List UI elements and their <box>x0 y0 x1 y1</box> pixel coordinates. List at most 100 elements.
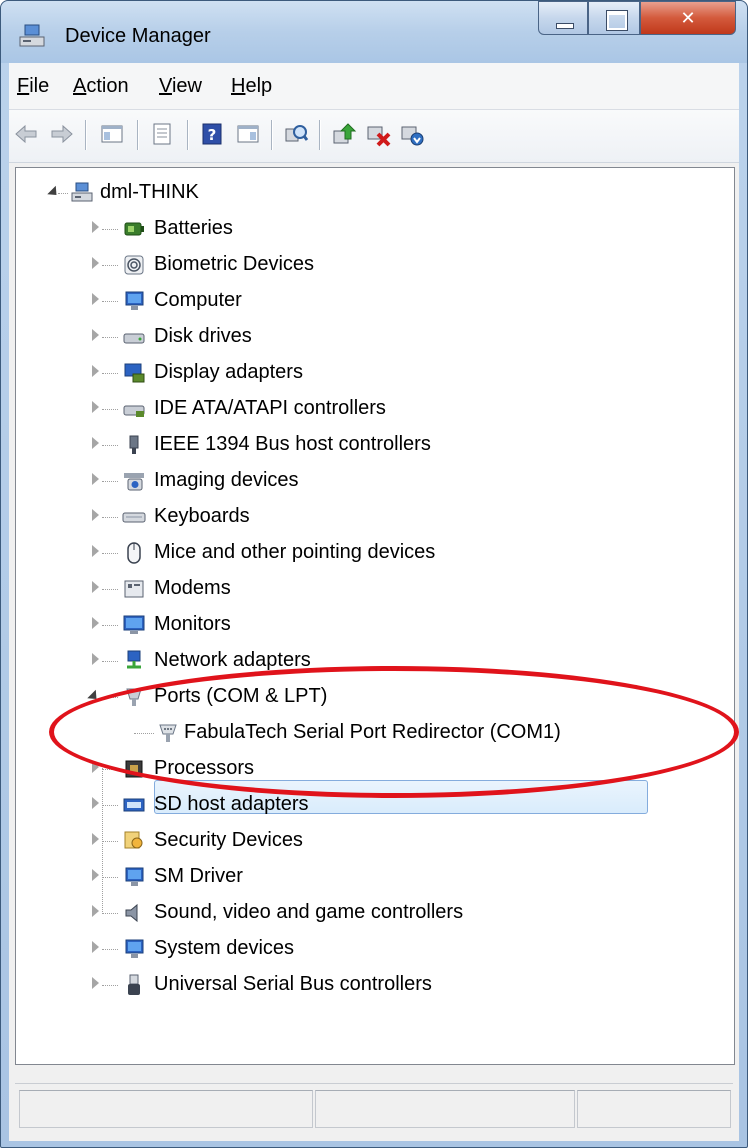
expand-arrow-icon[interactable] <box>92 221 99 233</box>
tree-item[interactable]: Display adapters <box>16 356 716 390</box>
window-title: Device Manager <box>65 25 211 47</box>
tree-item[interactable]: Batteries <box>16 212 716 246</box>
expand-arrow-icon[interactable] <box>92 401 99 413</box>
status-pane-2 <box>315 1090 575 1128</box>
title-bar[interactable]: Device Manager ✕ <box>1 1 747 63</box>
tree-item[interactable]: Network adapters <box>16 644 716 678</box>
device-manager-icon <box>19 24 45 47</box>
tree-item-label: Security Devices <box>154 829 303 851</box>
device-tree[interactable]: dml-THINK Batteries Biometric Devices Comp… <box>15 167 735 1065</box>
tree-item[interactable]: Biometric Devices <box>16 248 716 282</box>
tree-root[interactable]: dml-THINK <box>16 176 716 210</box>
tree-child-item[interactable]: FabulaTech Serial Port Redirector (COM1) <box>16 716 716 750</box>
properties-icon[interactable] <box>149 121 175 147</box>
expand-arrow-icon[interactable] <box>92 509 99 521</box>
computer-icon <box>125 291 144 310</box>
keyboard-icon <box>122 512 146 523</box>
show-hide-console-tree-icon[interactable] <box>99 121 125 147</box>
minimize-button[interactable] <box>538 1 588 35</box>
tree-item[interactable]: Processors <box>16 752 716 786</box>
expand-arrow-icon[interactable] <box>92 365 99 377</box>
update-driver-icon[interactable] <box>331 121 357 147</box>
expand-arrow-icon[interactable] <box>92 833 99 845</box>
tree-item[interactable]: Computer <box>16 284 716 318</box>
tree-item-label: Imaging devices <box>154 469 299 491</box>
expand-arrow-icon[interactable] <box>92 617 99 629</box>
expand-arrow-icon[interactable] <box>92 941 99 953</box>
sd-card-icon <box>123 798 145 812</box>
expand-arrow-icon[interactable] <box>92 581 99 593</box>
tree-item[interactable]: IEEE 1394 Bus host controllers <box>16 428 716 462</box>
menu-file[interactable]: File <box>17 75 49 98</box>
back-arrow-icon[interactable] <box>13 121 39 147</box>
tree-item-label: Sound, video and game controllers <box>154 901 464 923</box>
tree-item[interactable]: Monitors <box>16 608 716 642</box>
tree-item[interactable]: Universal Serial Bus controllers <box>16 968 716 1002</box>
collapse-arrow-icon[interactable] <box>87 689 101 704</box>
tree-item[interactable]: System devices <box>16 932 716 966</box>
tree-item[interactable]: Imaging devices <box>16 464 716 498</box>
menu-action[interactable]: Action <box>73 75 129 98</box>
expand-arrow-icon[interactable] <box>92 977 99 989</box>
tree-item-label: Processors <box>154 757 255 779</box>
scan-hardware-icon[interactable] <box>283 121 309 147</box>
help-icon[interactable]: ? <box>199 121 225 147</box>
expand-arrow-icon[interactable] <box>92 257 99 269</box>
tree-item[interactable]: SD host adapters <box>16 788 716 822</box>
usb-icon <box>128 974 140 995</box>
tree-item-label: Disk drives <box>154 325 252 347</box>
tree-item[interactable]: Ports (COM & LPT) <box>16 680 716 714</box>
status-bar <box>15 1083 733 1134</box>
serial-port-icon <box>159 724 177 742</box>
tree-item-label: IEEE 1394 Bus host controllers <box>154 433 431 455</box>
network-adapter-icon <box>127 650 141 669</box>
tree-item-label: SM Driver <box>154 865 243 887</box>
show-hide-action-pane-icon[interactable] <box>235 121 261 147</box>
expand-arrow-icon[interactable] <box>92 797 99 809</box>
tree-item[interactable]: IDE ATA/ATAPI controllers <box>16 392 716 426</box>
forward-arrow-icon[interactable] <box>49 121 75 147</box>
tree-item[interactable]: Modems <box>16 572 716 606</box>
ide-controller-icon <box>123 405 145 417</box>
menu-view[interactable]: View <box>159 75 202 98</box>
expand-arrow-icon[interactable] <box>92 329 99 341</box>
close-icon: ✕ <box>680 8 696 29</box>
tree-item-label: Mice and other pointing devices <box>154 541 436 563</box>
processor-icon <box>125 760 143 778</box>
status-pane-3 <box>577 1090 731 1128</box>
battery-icon <box>124 222 144 236</box>
computer-icon <box>125 939 144 958</box>
menu-help[interactable]: Help <box>231 75 272 98</box>
tree-item-label: Display adapters <box>154 361 303 383</box>
tree-item-label: Batteries <box>154 217 233 239</box>
menu-bar: File Action View Help <box>9 63 739 110</box>
client-area: File Action View Help ? dml-THINK Batter… <box>9 63 739 1141</box>
expand-arrow-icon[interactable] <box>92 545 99 557</box>
maximize-button[interactable] <box>588 1 640 35</box>
disable-device-icon[interactable] <box>365 121 391 147</box>
tree-item[interactable]: Sound, video and game controllers <box>16 896 716 930</box>
tree-item[interactable]: Disk drives <box>16 320 716 354</box>
expand-arrow-icon[interactable] <box>92 437 99 449</box>
expand-arrow-icon[interactable] <box>92 905 99 917</box>
tree-item[interactable]: SM Driver <box>16 860 716 894</box>
port-icon <box>126 688 142 706</box>
expand-arrow-icon[interactable] <box>92 761 99 773</box>
expand-arrow-icon[interactable] <box>92 473 99 485</box>
tree-item[interactable]: Security Devices <box>16 824 716 858</box>
tree-item-label: Modems <box>154 577 231 599</box>
tree-item-label: Ports (COM & LPT) <box>154 685 328 707</box>
speaker-icon <box>125 903 138 923</box>
camera-icon <box>124 473 144 491</box>
tree-item[interactable]: Mice and other pointing devices <box>16 536 716 570</box>
expand-arrow-icon[interactable] <box>92 293 99 305</box>
maximize-icon <box>606 10 628 31</box>
expand-arrow-icon[interactable] <box>92 653 99 665</box>
tree-item-label: SD host adapters <box>154 793 309 815</box>
close-button[interactable]: ✕ <box>640 1 736 35</box>
expand-arrow-icon[interactable] <box>92 869 99 881</box>
device-manager-window: Device Manager ✕ File Action View Help ? <box>0 0 748 1148</box>
security-key-icon <box>124 831 143 849</box>
tree-item[interactable]: Keyboards <box>16 500 716 534</box>
uninstall-device-icon[interactable] <box>399 121 425 147</box>
